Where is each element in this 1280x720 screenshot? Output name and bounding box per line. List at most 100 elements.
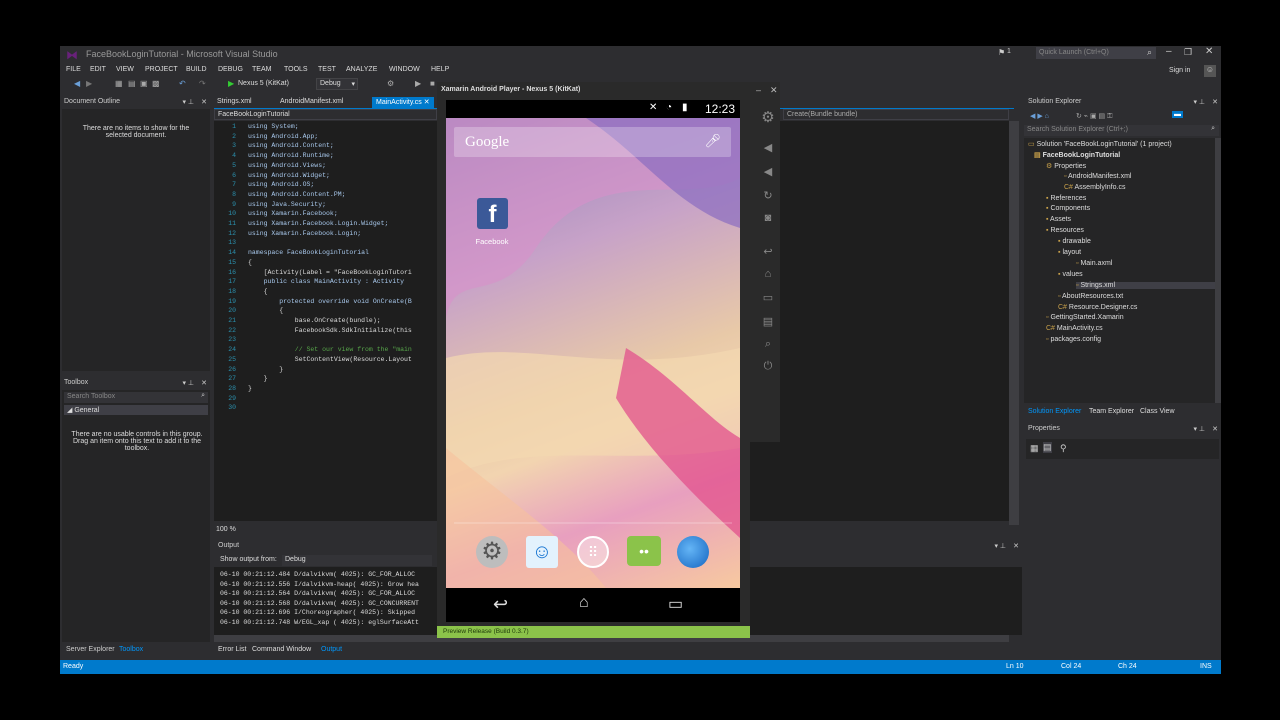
nav-back-icon[interactable]: ↩ [493, 594, 508, 615]
menu-analyze[interactable]: ANALYZE [346, 66, 377, 73]
menu-icon[interactable]: ▤ [759, 315, 777, 329]
solution-search-input[interactable]: Search Solution Explorer (Ctrl+;) ⌕ [1024, 125, 1219, 136]
home-icon[interactable]: ⌂ [759, 268, 777, 282]
step-icon[interactable]: ▶ [415, 79, 421, 88]
rotate-icon[interactable]: ↻ [759, 189, 777, 203]
editor-vertical-scrollbar[interactable] [1009, 121, 1019, 525]
back-icon[interactable]: ↩ [759, 245, 777, 259]
solution-scrollbar[interactable] [1215, 138, 1221, 403]
settings-icon[interactable]: ⚙ [759, 108, 777, 126]
close-icon[interactable]: ✕ [1212, 98, 1218, 106]
minimize-button[interactable]: – [756, 85, 761, 95]
solution-item[interactable]: ▪ values [1058, 271, 1083, 278]
redo-icon[interactable]: ↷ [199, 79, 206, 88]
pin-icon[interactable]: ▾ ⊥ [1193, 425, 1205, 433]
toolbox-group-general[interactable]: ◢ General [64, 405, 208, 415]
solution-item[interactable]: ▤ FaceBookLoginTutorial [1034, 151, 1120, 159]
close-button[interactable]: ✕ [1205, 46, 1213, 57]
run-icon[interactable]: ▶ [228, 79, 234, 88]
toolbox-search-input[interactable]: Search Toolbox ⌕ [64, 392, 208, 403]
app-drawer-icon[interactable]: ⠿ [577, 536, 609, 568]
google-search-bar[interactable]: Google 🎤︎ [454, 127, 731, 157]
menu-file[interactable]: FILE [66, 66, 81, 73]
recents-icon[interactable]: ▭ [759, 291, 777, 305]
menu-build[interactable]: BUILD [186, 66, 207, 73]
contacts-app-icon[interactable]: ☺ [526, 536, 558, 568]
close-icon[interactable]: ✕ [201, 379, 207, 387]
back-icon[interactable]: ◀ ▶ ⌂ [1030, 112, 1049, 120]
search-icon[interactable]: ⌕ [201, 392, 205, 400]
forward-icon[interactable]: ▶ [86, 79, 92, 88]
solution-item[interactable]: ⚙ Properties [1046, 162, 1086, 170]
nav-home-icon[interactable]: ⌂ [579, 594, 589, 612]
tab-class-view[interactable]: Class View [1140, 408, 1175, 415]
notification-icon[interactable]: ⚑ [998, 48, 1005, 57]
android-screen[interactable]: ✕ ◔ ▮ 12:23 Google 🎤︎ f Facebook ⚙ ☺ ⠿ •… [446, 100, 740, 622]
output-source-dropdown[interactable]: Debug [282, 555, 432, 566]
menu-help[interactable]: HELP [431, 66, 449, 73]
solution-item[interactable]: ▫ AndroidManifest.xml [1064, 173, 1131, 180]
undo-icon[interactable]: ↶ [179, 79, 186, 88]
tab-mainactivity[interactable]: MainActivity.cs ✕ [372, 97, 434, 108]
microphone-icon[interactable]: 🎤︎ [704, 133, 721, 149]
minimize-button[interactable]: – [1166, 46, 1172, 57]
solution-item[interactable]: ▫ Main.axml [1076, 260, 1112, 267]
solution-item[interactable]: C# AssemblyInfo.cs [1064, 184, 1125, 191]
browser-app-icon[interactable] [677, 536, 709, 568]
menu-test[interactable]: TEST [318, 66, 336, 73]
search-icon[interactable]: ⌕ [1211, 125, 1215, 133]
stop-icon[interactable]: ■ [430, 79, 435, 88]
solution-item[interactable]: C# Resource.Designer.cs [1058, 304, 1137, 311]
preview-icon[interactable]: ▬ [1172, 111, 1183, 118]
search-icon[interactable]: ⌕ [759, 338, 777, 352]
save-all-icon[interactable]: ▩ [152, 79, 160, 88]
camera-icon[interactable]: ◙ [759, 212, 777, 226]
config-dropdown[interactable]: Debug ▾ [316, 78, 358, 90]
messaging-app-icon[interactable]: •• [627, 536, 661, 566]
menu-window[interactable]: WINDOW [389, 66, 420, 73]
pin-icon[interactable]: ▾ ⊥ [182, 379, 194, 387]
tab-solution-explorer[interactable]: Solution Explorer [1028, 408, 1081, 415]
tab-androidmanifest[interactable]: AndroidManifest.xml [280, 98, 343, 105]
solution-item[interactable]: ▪ drawable [1058, 238, 1091, 245]
editor-nav-member[interactable]: Create(Bundle bundle) [783, 109, 1009, 120]
pin-icon[interactable]: ▾ ⊥ [182, 98, 194, 106]
solution-item[interactable]: C# MainActivity.cs [1046, 325, 1103, 332]
solution-item[interactable]: ▪ References [1046, 195, 1086, 202]
menu-debug[interactable]: DEBUG [218, 66, 243, 73]
tab-command-window[interactable]: Command Window [252, 646, 311, 653]
menu-tools[interactable]: TOOLS [284, 66, 308, 73]
menu-edit[interactable]: EDIT [90, 66, 106, 73]
attach-icon[interactable]: ⚙ [387, 79, 394, 88]
pin-icon[interactable]: ▾ ⊥ [994, 542, 1006, 550]
editor-nav-project[interactable]: FaceBookLoginTutorial [218, 111, 290, 118]
open-icon[interactable]: ▤ [128, 79, 136, 88]
device-selector[interactable]: Nexus 5 (KitKat) [238, 80, 289, 87]
nav-recents-icon[interactable]: ▭ [668, 594, 683, 614]
maximize-button[interactable]: ❐ [1184, 47, 1192, 58]
settings-app-icon[interactable]: ⚙ [476, 536, 508, 568]
alphabetical-icon[interactable]: ▤ [1043, 442, 1052, 453]
property-pages-icon[interactable]: ⚲ [1060, 443, 1067, 454]
categorized-icon[interactable]: ▦ [1030, 443, 1039, 454]
solution-item[interactable]: ▫ GettingStarted.Xamarin [1046, 314, 1124, 321]
facebook-app-icon[interactable]: f [477, 198, 508, 229]
menu-team[interactable]: TEAM [252, 66, 271, 73]
pin-icon[interactable]: ▾ ⊥ [1193, 98, 1205, 106]
search-icon[interactable]: ⌕ [1147, 47, 1152, 58]
solution-item[interactable]: ▪ layout [1058, 249, 1081, 256]
tab-strings-xml[interactable]: Strings.xml [217, 98, 252, 105]
solution-item[interactable]: ▪ Components [1046, 205, 1090, 212]
solution-item[interactable]: ▫ Strings.xml [1076, 281, 1215, 289]
tab-server-explorer[interactable]: Server Explorer [66, 646, 115, 653]
volume-up-icon[interactable]: ◀ [759, 165, 777, 179]
close-icon[interactable]: ✕ [1013, 542, 1019, 550]
tab-output[interactable]: Output [321, 646, 342, 653]
menu-project[interactable]: PROJECT [145, 66, 178, 73]
tab-team-explorer[interactable]: Team Explorer [1089, 408, 1134, 415]
menu-view[interactable]: VIEW [116, 66, 134, 73]
new-project-icon[interactable]: ▦ [115, 79, 123, 88]
sync-icon[interactable]: ↻ ⌁ ▣ ▤ ⚿ [1076, 112, 1112, 121]
save-icon[interactable]: ▣ [140, 79, 148, 88]
quick-launch-input[interactable]: Quick Launch (Ctrl+Q) [1036, 47, 1156, 59]
